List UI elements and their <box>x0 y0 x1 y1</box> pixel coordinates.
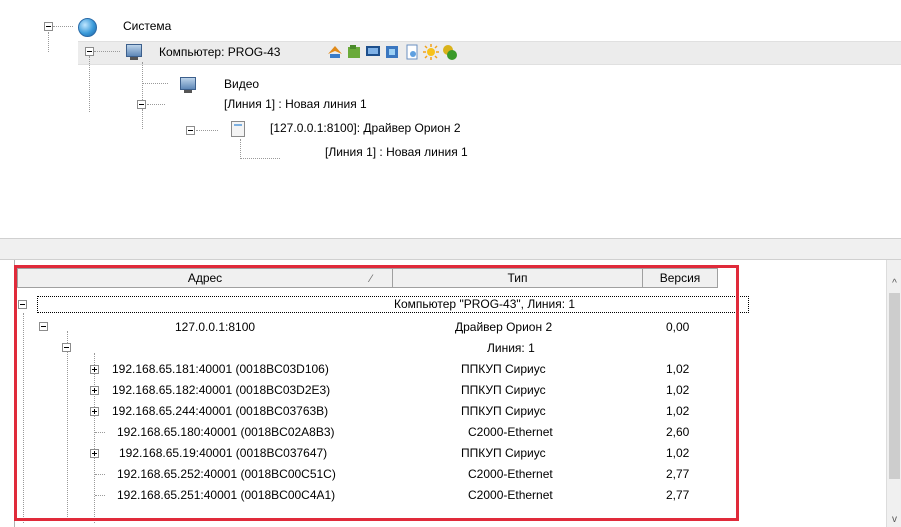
scrollbar-thumb[interactable] <box>889 293 900 479</box>
cell-address: 192.168.65.19:40001 (0018BC037647) <box>119 446 328 460</box>
tree-connector <box>48 32 49 52</box>
document-icon[interactable] <box>404 44 420 60</box>
cell-version: 2,60 <box>666 425 690 439</box>
tree-connector <box>142 62 143 102</box>
cell-version: 1,02 <box>666 446 690 460</box>
system-tree: Система Компьютер: PROG-43 Видео [Линия … <box>0 0 901 239</box>
vertical-scrollbar[interactable]: ^ v <box>886 260 901 527</box>
collapse-driver-toggle[interactable] <box>186 126 195 135</box>
cell-address: 192.168.65.181:40001 (0018BC03D106) <box>112 362 329 376</box>
devices-grid: Адрес ⁄ Тип Версия Компьютер "PROG-43", … <box>14 260 887 527</box>
cell-version: 1,02 <box>666 404 690 418</box>
cell-address: 192.168.65.252:40001 (0018BC00C51C) <box>117 467 336 481</box>
cell-type: ППКУП Сириус <box>461 383 546 397</box>
cell-address: 192.168.65.180:40001 (0018BC02A8B3) <box>117 425 335 439</box>
tree-connector <box>95 432 105 433</box>
collapse-computer-toggle[interactable] <box>85 47 94 56</box>
cell-type: Драйвер Орион 2 <box>455 320 553 334</box>
tree-node-video[interactable]: Видео <box>224 77 259 91</box>
tree-connector <box>95 495 105 496</box>
table-row[interactable]: 127.0.0.1:8100 Драйвер Орион 2 0,00 <box>15 317 887 338</box>
video-icon <box>180 77 196 93</box>
table-row[interactable]: 192.168.65.251:40001 (0018BC00C4A1) С2000… <box>15 485 887 506</box>
tree-connector <box>94 51 120 52</box>
collapse-system-toggle[interactable] <box>44 22 53 31</box>
cell-version: 0,00 <box>666 320 690 334</box>
collapse-line-toggle[interactable] <box>137 100 146 109</box>
table-row[interactable]: 192.168.65.244:40001 (0018BC03763B) ППКУП… <box>15 401 887 422</box>
expand-row-toggle[interactable] <box>90 449 99 458</box>
tree-connector <box>240 139 241 159</box>
network-icon[interactable] <box>384 44 400 60</box>
cell-address: 192.168.65.182:40001 (0018BC03D2E3) <box>112 383 331 397</box>
expand-row-toggle[interactable] <box>90 407 99 416</box>
collapse-group-toggle[interactable] <box>18 300 27 309</box>
cell-address: 192.168.65.251:40001 (0018BC00C4A1) <box>117 488 336 502</box>
group-row-label[interactable]: Компьютер "PROG-43", Линия: 1 <box>394 294 575 315</box>
table-row[interactable]: 192.168.65.252:40001 (0018BC00C51C) С2000… <box>15 464 887 485</box>
tree-node-driver-line[interactable]: [Линия 1] : Новая линия 1 <box>325 145 468 159</box>
cell-address: 127.0.0.1:8100 <box>175 320 256 334</box>
tree-connector <box>89 56 90 112</box>
table-row[interactable]: 192.168.65.181:40001 (0018BC03D106) ППКУП… <box>15 359 887 380</box>
column-header-address[interactable]: Адрес ⁄ <box>17 268 393 288</box>
group-row-frame <box>37 296 749 313</box>
cell-type: С2000-Ethernet <box>468 488 553 502</box>
column-header-version[interactable]: Версия <box>642 268 718 288</box>
cell-version: 2,77 <box>666 467 690 481</box>
globe-icon <box>78 18 97 37</box>
table-row[interactable]: 192.168.65.19:40001 (0018BC037647) ППКУП … <box>15 443 887 464</box>
cell-type: ППКУП Сириус <box>461 446 546 460</box>
table-row[interactable]: 192.168.65.180:40001 (0018BC02A8B3) С2000… <box>15 422 887 443</box>
tree-node-line1[interactable]: [Линия 1] : Новая линия 1 <box>224 97 367 111</box>
cell-type: ППКУП Сириус <box>461 362 546 376</box>
cell-type: С2000-Ethernet <box>468 467 553 481</box>
computer-icon <box>126 44 142 60</box>
tree-node-system[interactable]: Система <box>123 19 171 33</box>
expand-row-toggle[interactable] <box>90 386 99 395</box>
tree-connector <box>95 474 105 475</box>
tree-connector <box>196 130 218 131</box>
folder-icon[interactable] <box>346 44 362 60</box>
pane-splitter[interactable] <box>0 238 901 260</box>
cell-address: 192.168.65.244:40001 (0018BC03763B) <box>112 404 329 418</box>
tree-connector <box>142 83 168 84</box>
sun-icon[interactable] <box>423 44 439 60</box>
column-header-address-label: Адрес <box>187 271 223 285</box>
table-row[interactable]: Линия: 1 <box>15 338 887 359</box>
tree-node-driver[interactable]: [127.0.0.1:8100]: Драйвер Орион 2 <box>270 121 461 135</box>
firewall-icon[interactable] <box>327 44 343 60</box>
monitor-icon[interactable] <box>365 44 381 60</box>
expand-row-toggle[interactable] <box>90 365 99 374</box>
coins-icon[interactable] <box>442 44 458 60</box>
tree-connector <box>240 158 280 159</box>
cell-version: 1,02 <box>666 383 690 397</box>
cell-type: Линия: 1 <box>487 341 535 355</box>
sort-icon: ⁄ <box>370 273 372 285</box>
scroll-up-arrow-icon[interactable]: ^ <box>887 276 901 291</box>
cell-type: С2000-Ethernet <box>468 425 553 439</box>
tree-connector <box>142 109 143 129</box>
column-header-type[interactable]: Тип <box>392 268 643 288</box>
tree-connector <box>53 26 73 27</box>
cell-version: 2,77 <box>666 488 690 502</box>
tree-node-computer[interactable]: Компьютер: PROG-43 <box>159 45 280 59</box>
cell-type: ППКУП Сириус <box>461 404 546 418</box>
tree-connector <box>147 104 165 105</box>
scroll-down-arrow-icon[interactable]: v <box>887 512 901 527</box>
cell-version: 1,02 <box>666 362 690 376</box>
driver-icon <box>231 121 245 137</box>
table-row[interactable]: 192.168.65.182:40001 (0018BC03D2E3) ППКУП… <box>15 380 887 401</box>
